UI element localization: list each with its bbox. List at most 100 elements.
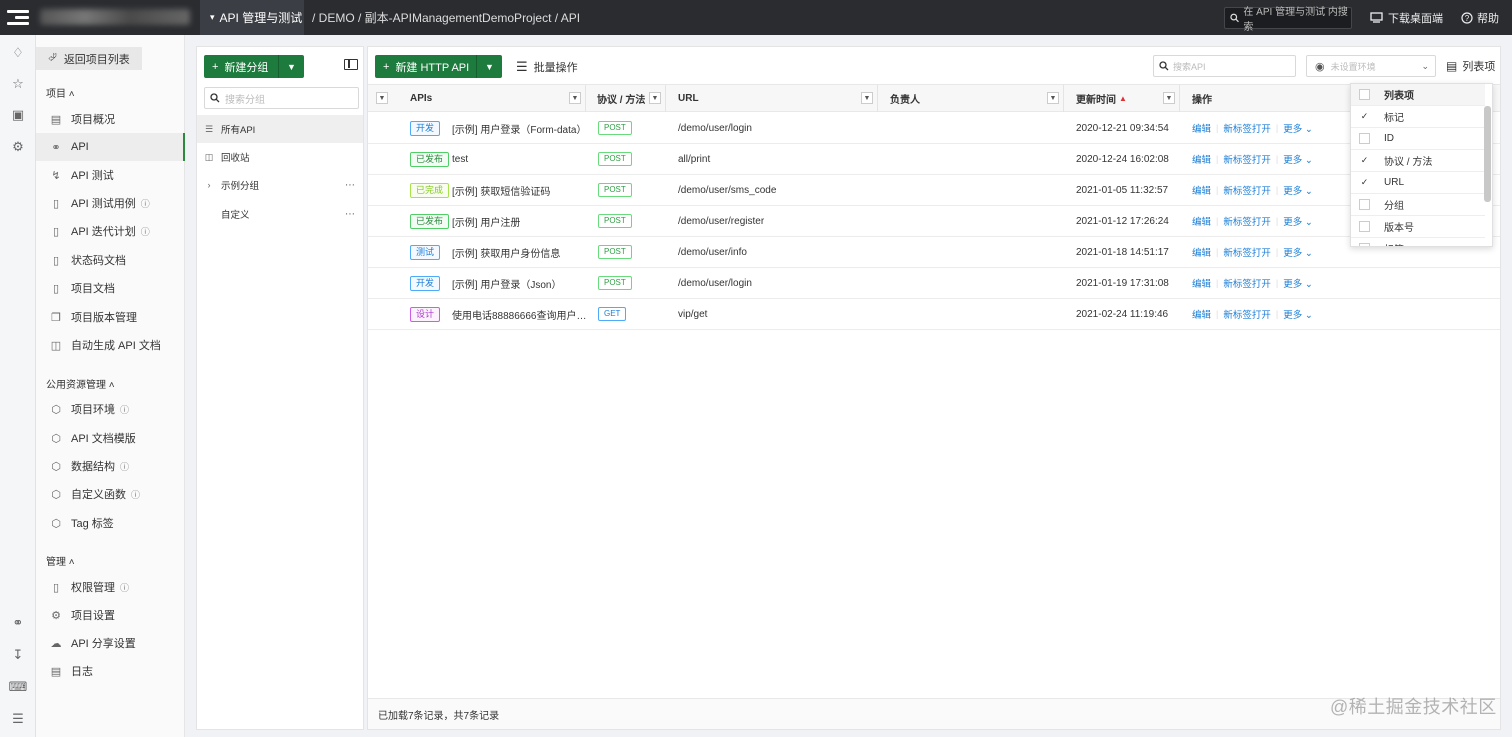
sidebar-item-api[interactable]: ⚭ API <box>36 133 185 161</box>
column-option[interactable]: ✓ 标记 <box>1351 106 1485 128</box>
edit-link[interactable]: 编辑 <box>1192 307 1211 321</box>
table-row[interactable]: 开发 [示例] 用户登录（Json） POST/demo/user/login 202… <box>368 268 1500 299</box>
section-public[interactable]: 公用资源管理 ˄ <box>46 376 115 391</box>
column-option[interactable]: ✓ 协议 / 方法 <box>1351 150 1485 172</box>
more-dropdown[interactable]: 更多 ⌄ <box>1283 307 1313 321</box>
edit-link[interactable]: 编辑 <box>1192 152 1211 166</box>
bell-icon[interactable]: ♢ <box>10 45 26 61</box>
table-row[interactable]: 已发布 [示例] 用户注册 POST/demo/user/register 2021-… <box>368 206 1500 237</box>
caret-down-icon[interactable]: ▼ <box>476 55 502 78</box>
inbox-icon[interactable]: ▣ <box>10 107 26 123</box>
checkbox-unchecked[interactable] <box>1359 243 1370 246</box>
sidebar-item-status-code[interactable]: ▯ 状态码文档 <box>36 246 185 274</box>
section-manage[interactable]: 管理 ˄ <box>46 553 75 568</box>
group-item-example[interactable]: › 示例分组 ⋯ <box>197 171 363 199</box>
group-search-input[interactable]: 搜索分组 <box>204 87 359 109</box>
settings-icon[interactable]: ⚙ <box>10 139 26 155</box>
group-item-recycle[interactable]: ◫ 回收站 <box>197 143 363 171</box>
edit-link[interactable]: 编辑 <box>1192 183 1211 197</box>
column-picker-header[interactable]: 列表项 <box>1351 84 1485 106</box>
new-http-api-button[interactable]: + 新建 HTTP API ▼ <box>375 55 502 78</box>
sidebar-item-custom-functions[interactable]: ⬡ 自定义函数 ⓘ <box>36 480 185 508</box>
more-dropdown[interactable]: 更多 ⌄ <box>1283 276 1313 290</box>
new-group-button[interactable]: + 新建分组 ▼ <box>204 55 304 78</box>
sidebar-item-permissions[interactable]: ▯ 权限管理 ⓘ <box>36 573 185 601</box>
col-updated[interactable]: 更新时间 ▲ ▼ <box>1064 85 1180 112</box>
api-name[interactable]: [示例] 用户登录（Json） <box>452 268 586 298</box>
more-dropdown[interactable]: 更多 ⌄ <box>1283 214 1313 228</box>
sidebar-item-share-settings[interactable]: ☁ API 分享设置 <box>36 629 185 657</box>
dropdown-icon[interactable]: ▼ <box>376 92 388 104</box>
sidebar-item-api-test-cases[interactable]: ▯ API 测试用例 ⓘ <box>36 189 185 217</box>
api-name[interactable]: 使用电话88886666查询用户… <box>452 299 586 329</box>
download-desktop-button[interactable]: 下载桌面端 <box>1370 0 1443 35</box>
table-row[interactable]: 已完成 [示例] 获取短信验证码 POST/demo/user/sms_code 20… <box>368 175 1500 206</box>
more-dots-icon[interactable]: ⋯ <box>345 180 355 191</box>
column-option[interactable]: 版本号 <box>1351 216 1485 238</box>
more-dropdown[interactable]: 更多 ⌄ <box>1283 183 1313 197</box>
filter-icon[interactable]: ▼ <box>1163 92 1175 104</box>
keyboard-icon[interactable]: ⌨ <box>9 679 28 695</box>
help-button[interactable]: ? 帮助 <box>1461 0 1499 35</box>
select-all-column[interactable]: ▼ <box>368 85 396 112</box>
open-new-tab-link[interactable]: 新标签打开 <box>1223 214 1271 228</box>
back-to-projects-button[interactable]: ⮰ 返回项目列表 <box>36 47 142 70</box>
more-dots-icon[interactable]: ⋯ <box>345 209 355 220</box>
collapse-panel-icon[interactable] <box>344 59 358 70</box>
more-dropdown[interactable]: 更多 ⌄ <box>1283 245 1313 259</box>
sidebar-item-api-iteration[interactable]: ▯ API 迭代计划 ⓘ <box>36 217 185 245</box>
sidebar-item-overview[interactable]: ▤ 项目概况 <box>36 105 185 133</box>
api-name[interactable]: [示例] 获取用户身份信息 <box>452 237 586 267</box>
checkbox-unchecked[interactable] <box>1359 133 1370 144</box>
table-row[interactable]: 开发 [示例] 用户登录（Form-data） POST/demo/user/log… <box>368 113 1500 144</box>
sidebar-item-logs[interactable]: ▤ 日志 <box>36 657 185 685</box>
sidebar-item-api-test[interactable]: ↯ API 测试 <box>36 161 185 189</box>
col-owner[interactable]: 负责人 ▼ <box>878 85 1064 112</box>
sidebar-item-project-settings[interactable]: ⚙ 项目设置 <box>36 601 185 629</box>
edit-link[interactable]: 编辑 <box>1192 276 1211 290</box>
table-row[interactable]: 已发布 test POST all/print 2020-12-24 16:02:08 编… <box>368 144 1500 175</box>
col-protocol[interactable]: 协议 / 方法 ▼ <box>586 85 666 112</box>
sidebar-item-data-structure[interactable]: ⬡ 数据结构 ⓘ <box>36 452 185 480</box>
checkbox-unchecked[interactable] <box>1359 221 1370 232</box>
column-option[interactable]: ID <box>1351 128 1485 150</box>
table-row[interactable]: 设计 使用电话88886666查询用户… GET vip/get 2021-02-24 … <box>368 299 1500 330</box>
edit-link[interactable]: 编辑 <box>1192 245 1211 259</box>
api-name[interactable]: [示例] 用户注册 <box>452 206 586 236</box>
checkbox-unchecked[interactable] <box>1359 199 1370 210</box>
column-option[interactable]: ✓ URL <box>1351 172 1485 194</box>
open-new-tab-link[interactable]: 新标签打开 <box>1223 307 1271 321</box>
open-new-tab-link[interactable]: 新标签打开 <box>1223 183 1271 197</box>
star-icon[interactable]: ☆ <box>10 76 26 92</box>
headset-icon[interactable]: ⚭ <box>10 615 26 631</box>
menu-icon[interactable]: ☰ <box>10 711 26 727</box>
edit-link[interactable]: 编辑 <box>1192 214 1211 228</box>
column-option[interactable]: 分组 <box>1351 194 1485 216</box>
scrollbar-thumb[interactable] <box>1484 106 1491 202</box>
table-row[interactable]: 测试 [示例] 获取用户身份信息 POST/demo/user/info 2021-0… <box>368 237 1500 268</box>
sidebar-item-project-docs[interactable]: ▯ 项目文档 <box>36 274 185 302</box>
filter-icon[interactable]: ▼ <box>649 92 661 104</box>
edit-link[interactable]: 编辑 <box>1192 121 1211 135</box>
app-logo-icon[interactable] <box>0 0 36 35</box>
filter-icon[interactable]: ▼ <box>569 92 581 104</box>
group-item-custom[interactable]: 自定义 ⋯ <box>197 200 363 228</box>
group-item-all-api[interactable]: ☰ 所有API <box>197 115 363 143</box>
open-new-tab-link[interactable]: 新标签打开 <box>1223 121 1271 135</box>
checkbox-checked[interactable]: ✓ <box>1359 111 1370 122</box>
batch-operations-button[interactable]: ☰ 批量操作 <box>516 55 578 78</box>
col-url[interactable]: URL ▼ <box>666 85 878 112</box>
filter-icon[interactable]: ▼ <box>1047 92 1059 104</box>
checkbox-all[interactable] <box>1359 89 1370 100</box>
api-name[interactable]: [示例] 用户登录（Form-data） <box>452 113 586 143</box>
sidebar-item-doc-template[interactable]: ⬡ API 文档模版 <box>36 424 185 452</box>
module-switcher[interactable]: ▾ API 管理与测试 <box>200 0 304 35</box>
caret-down-icon[interactable]: ▼ <box>278 55 304 78</box>
sidebar-item-tags[interactable]: ⬡ Tag 标签 <box>36 509 185 537</box>
environment-select[interactable]: ◉ 未设置环境 ⌄ <box>1306 55 1436 77</box>
api-name[interactable]: [示例] 获取短信验证码 <box>452 175 586 205</box>
open-new-tab-link[interactable]: 新标签打开 <box>1223 245 1271 259</box>
api-name[interactable]: test <box>452 144 586 174</box>
open-new-tab-link[interactable]: 新标签打开 <box>1223 152 1271 166</box>
sidebar-item-environment[interactable]: ⬡ 项目环境 ⓘ <box>36 395 185 423</box>
